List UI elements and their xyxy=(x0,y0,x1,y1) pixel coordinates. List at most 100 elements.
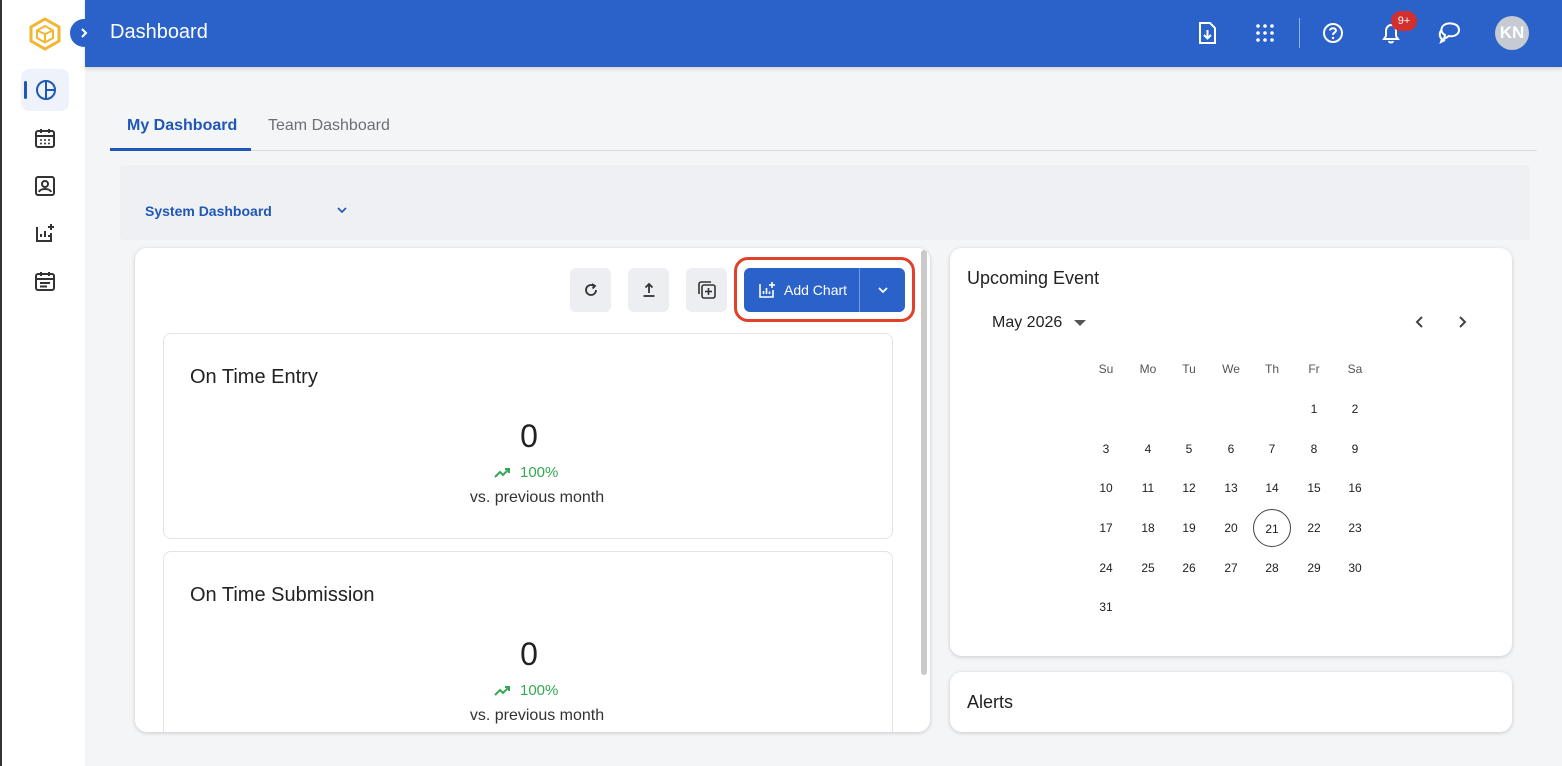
calendar-day[interactable]: 22 xyxy=(1295,509,1333,547)
calendar-day[interactable]: 13 xyxy=(1212,469,1250,507)
caret-down-icon xyxy=(1074,320,1087,326)
metric-trend-value: 100% xyxy=(520,682,559,699)
calendar-day[interactable]: 16 xyxy=(1336,469,1374,507)
metric-card-on-time-submission: On Time Submission 0 100% vs. previous m… xyxy=(163,551,893,732)
chevron-right-icon xyxy=(1459,316,1467,328)
add-chart-button[interactable]: Add Chart xyxy=(744,268,860,312)
sidebar-item-reports[interactable] xyxy=(21,212,69,254)
previous-month-button[interactable] xyxy=(1410,312,1430,332)
metric-value: 0 xyxy=(520,636,538,672)
calendar-day[interactable]: 1 xyxy=(1295,390,1333,428)
metric-title: On Time Entry xyxy=(190,366,318,388)
export-button[interactable] xyxy=(628,268,669,312)
sidebar-item-schedule[interactable] xyxy=(21,260,69,302)
page-title: Dashboard xyxy=(110,21,208,43)
calendar-day[interactable]: 14 xyxy=(1253,469,1291,507)
top-app-bar: Dashboard 9+ KN xyxy=(85,0,1562,67)
event-note-icon xyxy=(35,272,55,291)
chevron-down-icon[interactable] xyxy=(335,203,349,217)
calendar-day[interactable]: 17 xyxy=(1087,509,1125,547)
metric-trend-value: 100% xyxy=(520,464,559,481)
active-indicator xyxy=(24,81,27,99)
calendar-day[interactable]: 7 xyxy=(1253,430,1291,468)
help-icon xyxy=(1323,23,1343,43)
calendar-day[interactable]: 4 xyxy=(1129,430,1167,468)
tab-team-dashboard[interactable]: Team Dashboard xyxy=(268,117,390,135)
calendar-day[interactable]: 28 xyxy=(1253,549,1291,587)
alerts-card: Alerts xyxy=(950,672,1512,732)
metric-card-on-time-entry: On Time Entry 0 100% vs. previous month xyxy=(163,333,893,539)
dashboard-select[interactable]: System Dashboard xyxy=(145,203,272,219)
sidebar-item-profile[interactable] xyxy=(21,165,69,207)
metric-comparison: vs. previous month xyxy=(469,489,605,506)
file-download-icon xyxy=(1199,22,1216,44)
toolbar-divider xyxy=(1299,18,1300,48)
trending-up-icon xyxy=(494,467,510,478)
calendar-day[interactable]: 30 xyxy=(1336,549,1374,587)
app-logo-icon[interactable] xyxy=(28,17,62,51)
calendar-day[interactable]: 19 xyxy=(1170,509,1208,547)
calendar-day[interactable]: 25 xyxy=(1129,549,1167,587)
add-to-queue-icon xyxy=(697,281,716,299)
duplicate-button[interactable] xyxy=(686,268,727,312)
metric-title: On Time Submission xyxy=(190,584,375,606)
metric-comparison: vs. previous month xyxy=(469,707,605,724)
calendar-day[interactable]: 9 xyxy=(1336,430,1374,468)
refresh-button[interactable] xyxy=(570,268,611,312)
calendar-day[interactable]: 31 xyxy=(1087,588,1125,626)
help-button[interactable] xyxy=(1319,19,1347,47)
card-title: Upcoming Event xyxy=(967,268,1100,288)
dashboard-selector-bar: System Dashboard xyxy=(120,165,1530,240)
calendar-day[interactable]: 23 xyxy=(1336,509,1374,547)
sidebar-item-calendar[interactable] xyxy=(21,117,69,159)
weekday-label: We xyxy=(1222,362,1240,376)
upload-icon xyxy=(643,282,654,297)
calendar-day[interactable]: 20 xyxy=(1212,509,1250,547)
metric-trend: 100% xyxy=(494,682,558,699)
calendar-day[interactable]: 24 xyxy=(1087,549,1125,587)
calendar-day[interactable]: 6 xyxy=(1212,430,1250,468)
add-chart-icon xyxy=(36,224,54,242)
chevron-left-icon xyxy=(1415,316,1423,328)
card-title: Alerts xyxy=(967,692,1014,712)
panel-scrollbar[interactable] xyxy=(921,250,927,675)
weekday-label: Fr xyxy=(1308,362,1320,376)
download-report-button[interactable] xyxy=(1193,19,1221,47)
month-label: May 2026 xyxy=(992,314,1063,331)
calendar-day[interactable]: 5 xyxy=(1170,430,1208,468)
weekday-label: Tu xyxy=(1182,362,1196,376)
dashboard-tabs: My Dashboard Team Dashboard xyxy=(110,105,1537,151)
tab-my-dashboard[interactable]: My Dashboard xyxy=(127,117,237,135)
weekday-label: Mo xyxy=(1139,362,1157,376)
pie-chart-icon xyxy=(36,80,56,100)
add-chart-split-button[interactable]: Add Chart xyxy=(744,268,905,312)
chat-button[interactable] xyxy=(1436,19,1464,47)
calendar-day-today[interactable]: 21 xyxy=(1253,509,1291,547)
metric-trend: 100% xyxy=(494,464,558,481)
calendar-day[interactable]: 26 xyxy=(1170,549,1208,587)
upcoming-event-card: Upcoming Event May 2026 Su Mo Tu We Th Fr Sa 1 2… xyxy=(950,248,1512,656)
calendar-day[interactable]: 12 xyxy=(1170,469,1208,507)
calendar-day[interactable]: 18 xyxy=(1129,509,1167,547)
contact-card-icon xyxy=(35,176,55,196)
calendar-day[interactable]: 3 xyxy=(1087,430,1125,468)
calendar-day[interactable]: 10 xyxy=(1087,469,1125,507)
next-month-button[interactable] xyxy=(1452,312,1472,332)
weekday-label: Th xyxy=(1264,362,1279,376)
calendar-day[interactable]: 29 xyxy=(1295,549,1333,587)
add-chart-dropdown-button[interactable] xyxy=(860,268,905,312)
metric-value: 0 xyxy=(520,418,538,454)
calendar-day[interactable]: 27 xyxy=(1212,549,1250,587)
calendar-day[interactable]: 11 xyxy=(1129,469,1167,507)
user-avatar[interactable]: KN xyxy=(1495,16,1529,50)
calendar-day[interactable]: 2 xyxy=(1336,390,1374,428)
sidebar-item-dashboard[interactable] xyxy=(21,69,69,111)
add-chart-label: Add Chart xyxy=(784,282,848,298)
chat-bubbles-icon xyxy=(1438,22,1461,44)
calendar-day[interactable]: 8 xyxy=(1295,430,1333,468)
calendar-day[interactable]: 15 xyxy=(1295,469,1333,507)
month-year-select[interactable]: May 2026 xyxy=(992,314,1087,332)
apps-launcher-button[interactable] xyxy=(1251,19,1279,47)
side-nav xyxy=(0,0,85,766)
expand-sidebar-button[interactable] xyxy=(70,19,98,47)
